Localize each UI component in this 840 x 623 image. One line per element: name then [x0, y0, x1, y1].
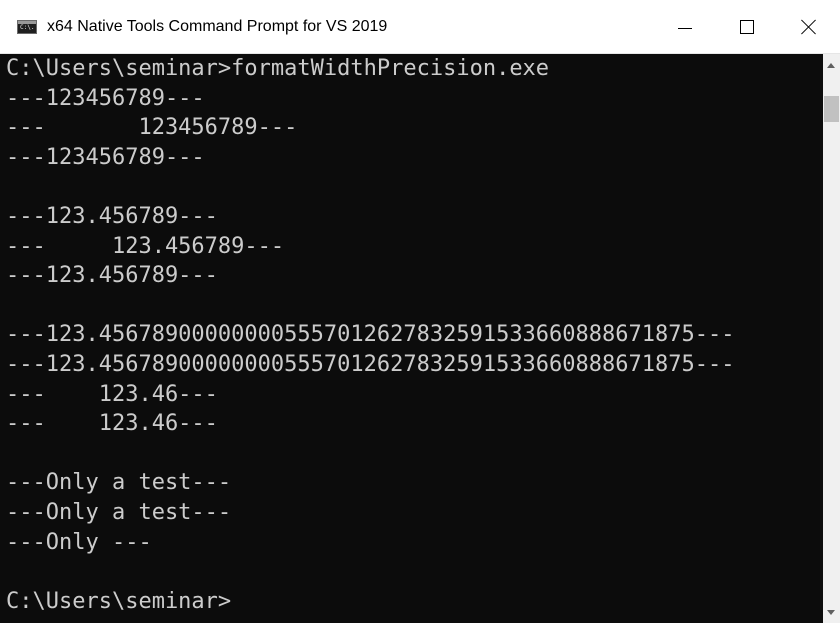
- scrollbar-thumb[interactable]: [824, 96, 839, 122]
- console-line: --- 123456789---: [6, 115, 298, 141]
- console-line: ---123.456789---: [6, 203, 218, 229]
- maximize-button[interactable]: [716, 0, 778, 54]
- console-line: --- 123.456789---: [6, 233, 285, 259]
- console-line: ---Only a test---: [6, 499, 232, 525]
- minimize-button[interactable]: [654, 0, 716, 54]
- close-button[interactable]: [778, 0, 840, 54]
- cmd-icon-glyph: C:\.: [20, 24, 35, 31]
- maximize-icon: [740, 20, 754, 34]
- console-prompt: C:\Users\seminar>: [6, 588, 232, 614]
- console-line: C:\Users\seminar>formatWidthPrecision.ex…: [6, 56, 550, 81]
- console-line: ---123456789---: [6, 85, 205, 111]
- console-line: ---Only a test---: [6, 470, 232, 496]
- console-line: --- 123.46---: [6, 381, 218, 407]
- console-line: ---123.456789000000005557012627832591533…: [6, 322, 735, 348]
- console-line: ---123456789---: [6, 144, 205, 170]
- title-bar[interactable]: C:\. x64 Native Tools Command Prompt for…: [0, 0, 840, 54]
- arrow-down-icon[interactable]: [827, 610, 835, 615]
- console-line: ---123.456789000000005557012627832591533…: [6, 351, 735, 377]
- console-output: C:\Users\seminar>formatWidthPrecision.ex…: [0, 54, 823, 616]
- console-output-area[interactable]: C:\Users\seminar>formatWidthPrecision.ex…: [0, 54, 823, 623]
- console-window: C:\. x64 Native Tools Command Prompt for…: [0, 0, 840, 623]
- console-line: ---Only ---: [6, 529, 152, 555]
- arrow-up-icon[interactable]: [827, 63, 835, 68]
- minimize-icon: [678, 28, 692, 29]
- vertical-scrollbar[interactable]: [823, 54, 840, 623]
- console-line: --- 123.46---: [6, 411, 218, 437]
- console-line: ---123.456789---: [6, 263, 218, 289]
- window-title: x64 Native Tools Command Prompt for VS 2…: [47, 18, 388, 35]
- cmd-icon[interactable]: C:\.: [17, 20, 37, 34]
